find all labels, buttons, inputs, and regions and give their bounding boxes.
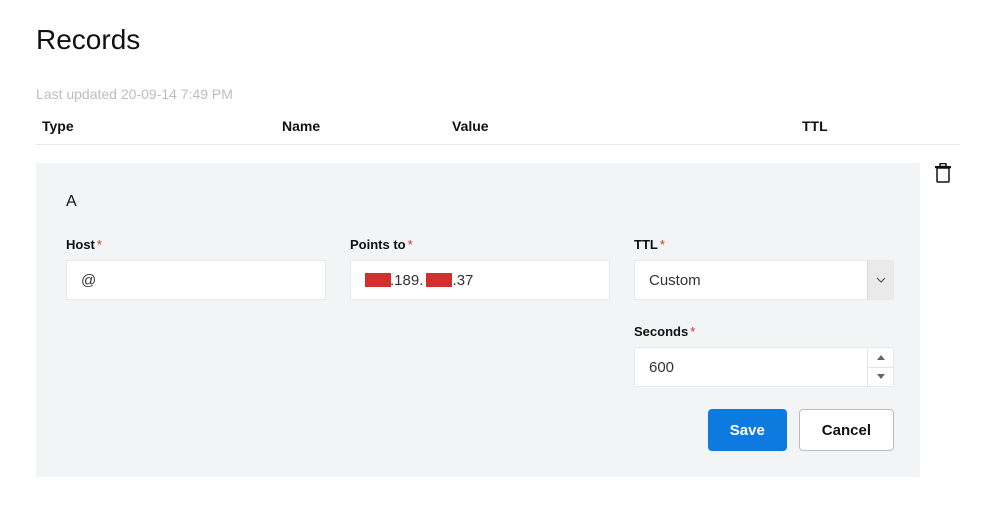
required-star: * [408, 237, 413, 252]
action-buttons: Save Cancel [66, 409, 894, 451]
records-page: Records Last updated 20-09-14 7:49 PM Ty… [0, 0, 996, 477]
host-input[interactable]: @ [66, 260, 326, 300]
record-type: A [66, 193, 894, 211]
points-to-label: Points to* [350, 237, 610, 252]
column-header-ttl: TTL [802, 118, 960, 134]
points-to-input[interactable]: .189. .37 [350, 260, 610, 300]
seconds-input[interactable]: 600 [634, 347, 894, 387]
trash-icon [934, 163, 952, 183]
ttl-select[interactable]: Custom [634, 260, 894, 300]
last-updated: Last updated 20-09-14 7:49 PM [36, 86, 960, 102]
save-button[interactable]: Save [708, 409, 787, 451]
redaction-box [365, 273, 391, 287]
delete-button[interactable] [926, 163, 960, 203]
seconds-label: Seconds* [634, 324, 894, 339]
column-header-name: Name [282, 118, 452, 134]
ttl-label: TTL* [634, 237, 894, 252]
points-to-field-group: Points to* .189. .37 [350, 237, 610, 300]
required-star: * [97, 237, 102, 252]
records-table-header: Type Name Value TTL [36, 118, 960, 145]
number-spinner [867, 348, 893, 386]
spinner-down-icon[interactable] [868, 368, 893, 387]
host-label: Host* [66, 237, 326, 252]
chevron-down-icon [867, 261, 893, 299]
column-header-type: Type [36, 118, 282, 134]
host-field-group: Host* @ [66, 237, 326, 300]
required-star: * [660, 237, 665, 252]
cancel-button[interactable]: Cancel [799, 409, 894, 451]
redaction-box [426, 273, 452, 287]
page-title: Records [36, 24, 960, 56]
ttl-field-group: TTL* Custom [634, 237, 894, 300]
seconds-field-group: Seconds* 600 [634, 324, 894, 387]
spinner-up-icon[interactable] [868, 348, 893, 368]
record-edit-panel: A Host* @ Points to* [36, 163, 920, 477]
column-header-value: Value [452, 118, 802, 134]
required-star: * [690, 324, 695, 339]
